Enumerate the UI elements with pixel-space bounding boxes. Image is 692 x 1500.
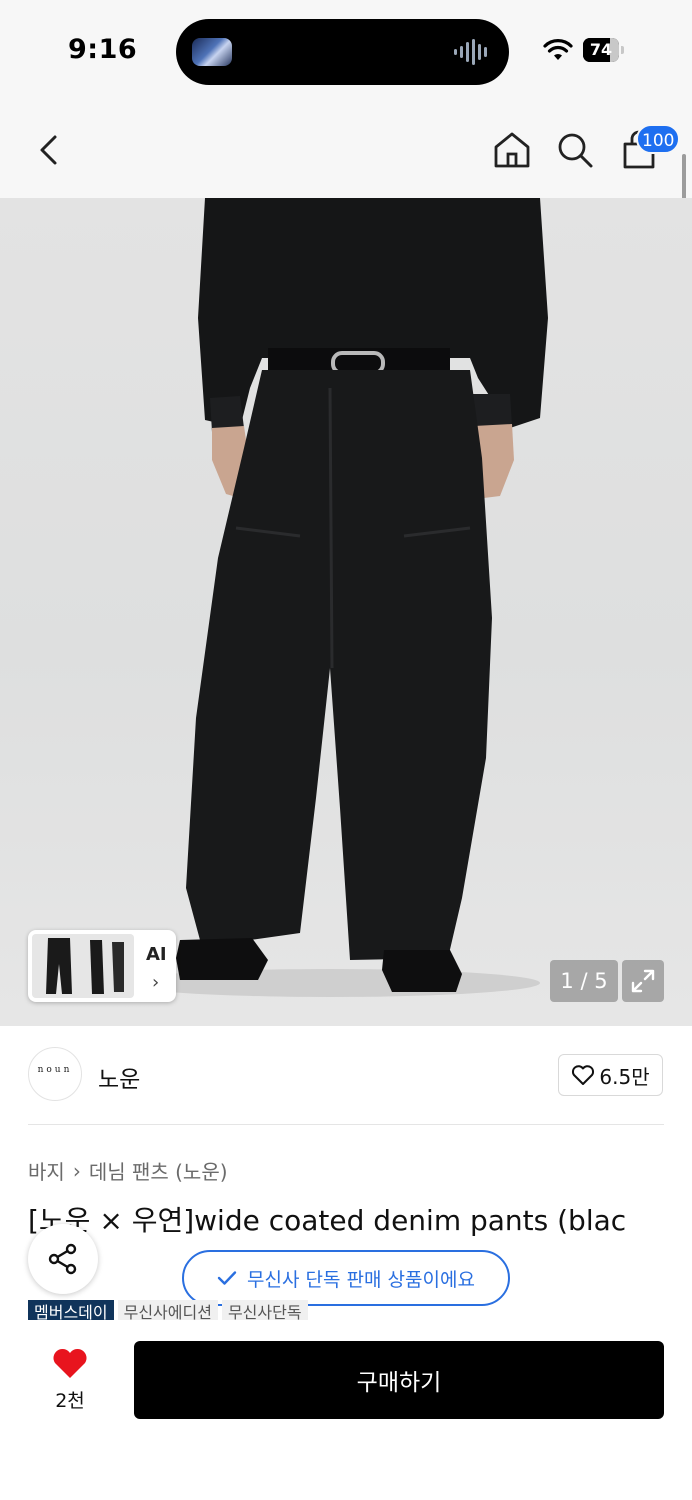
brand-name[interactable]: 노운 [98, 1060, 140, 1094]
share-icon [48, 1243, 77, 1275]
tag-members-day: 멤버스데이 [28, 1300, 114, 1320]
divider [28, 1124, 664, 1125]
exclusive-sale-text: 무신사 단독 판매 상품이에요 [247, 1268, 475, 1291]
expand-icon [631, 969, 655, 993]
breadcrumb-subcategory[interactable]: 데님 팬츠 (노운) [89, 1156, 228, 1185]
image-counter: 1 / 5 [550, 960, 618, 1002]
wishlist-button[interactable]: 2천 [28, 1342, 112, 1418]
wishlist-count: 2천 [55, 1390, 85, 1412]
heart-outline-icon [572, 1065, 595, 1085]
dynamic-island[interactable] [176, 19, 509, 85]
chevron-left-icon [40, 135, 57, 165]
wifi-icon [543, 39, 573, 60]
home-icon [494, 132, 530, 168]
buy-button[interactable]: 구매하기 [134, 1341, 664, 1419]
status-bar: 9:16 74 [0, 0, 692, 100]
status-time: 9:16 [68, 34, 138, 65]
battery-level: 74 [589, 40, 613, 59]
heart-filled-icon [53, 1348, 87, 1378]
breadcrumb: 바지 › 데님 팬츠 (노운) [28, 1156, 228, 1185]
cart-count-badge: 100 [636, 124, 681, 154]
tag-musinsa-edition: 무신사에디션 [117, 1300, 218, 1320]
share-button[interactable] [28, 1224, 98, 1294]
exclusive-sale-notice[interactable]: 무신사 단독 판매 상품이에요 [182, 1250, 510, 1306]
chevron-right-icon: › [152, 972, 160, 993]
checkmark-icon [217, 1271, 237, 1285]
search-button[interactable] [550, 125, 600, 175]
battery-indicator: 74 [583, 38, 625, 62]
home-button[interactable] [487, 125, 537, 175]
now-playing-artwork [192, 38, 232, 66]
tag-musinsa-exclusive: 무신사단독 [221, 1300, 308, 1320]
brand-logo[interactable]: noun [28, 1047, 82, 1101]
brand-logo-text: noun [37, 1065, 73, 1075]
back-button[interactable] [24, 125, 74, 175]
audio-waveform-icon [454, 39, 487, 65]
search-icon [558, 133, 593, 168]
fullscreen-button[interactable] [622, 960, 664, 1002]
product-image[interactable] [0, 198, 692, 1026]
brand-like-count: 6.5만 [599, 1064, 650, 1089]
product-photo-illustration [120, 198, 548, 997]
ai-similar-items-card[interactable]: AI › [28, 930, 176, 1002]
top-nav [0, 100, 692, 198]
brand-like-button[interactable]: 6.5만 [558, 1054, 663, 1096]
ai-label: AI [146, 944, 167, 965]
breadcrumb-category[interactable]: 바지 [28, 1156, 65, 1185]
thumbnail-image [32, 934, 134, 998]
chevron-right-icon: › [72, 1158, 81, 1183]
product-tags: 멤버스데이 무신사에디션 무신사단독 [28, 1300, 308, 1320]
